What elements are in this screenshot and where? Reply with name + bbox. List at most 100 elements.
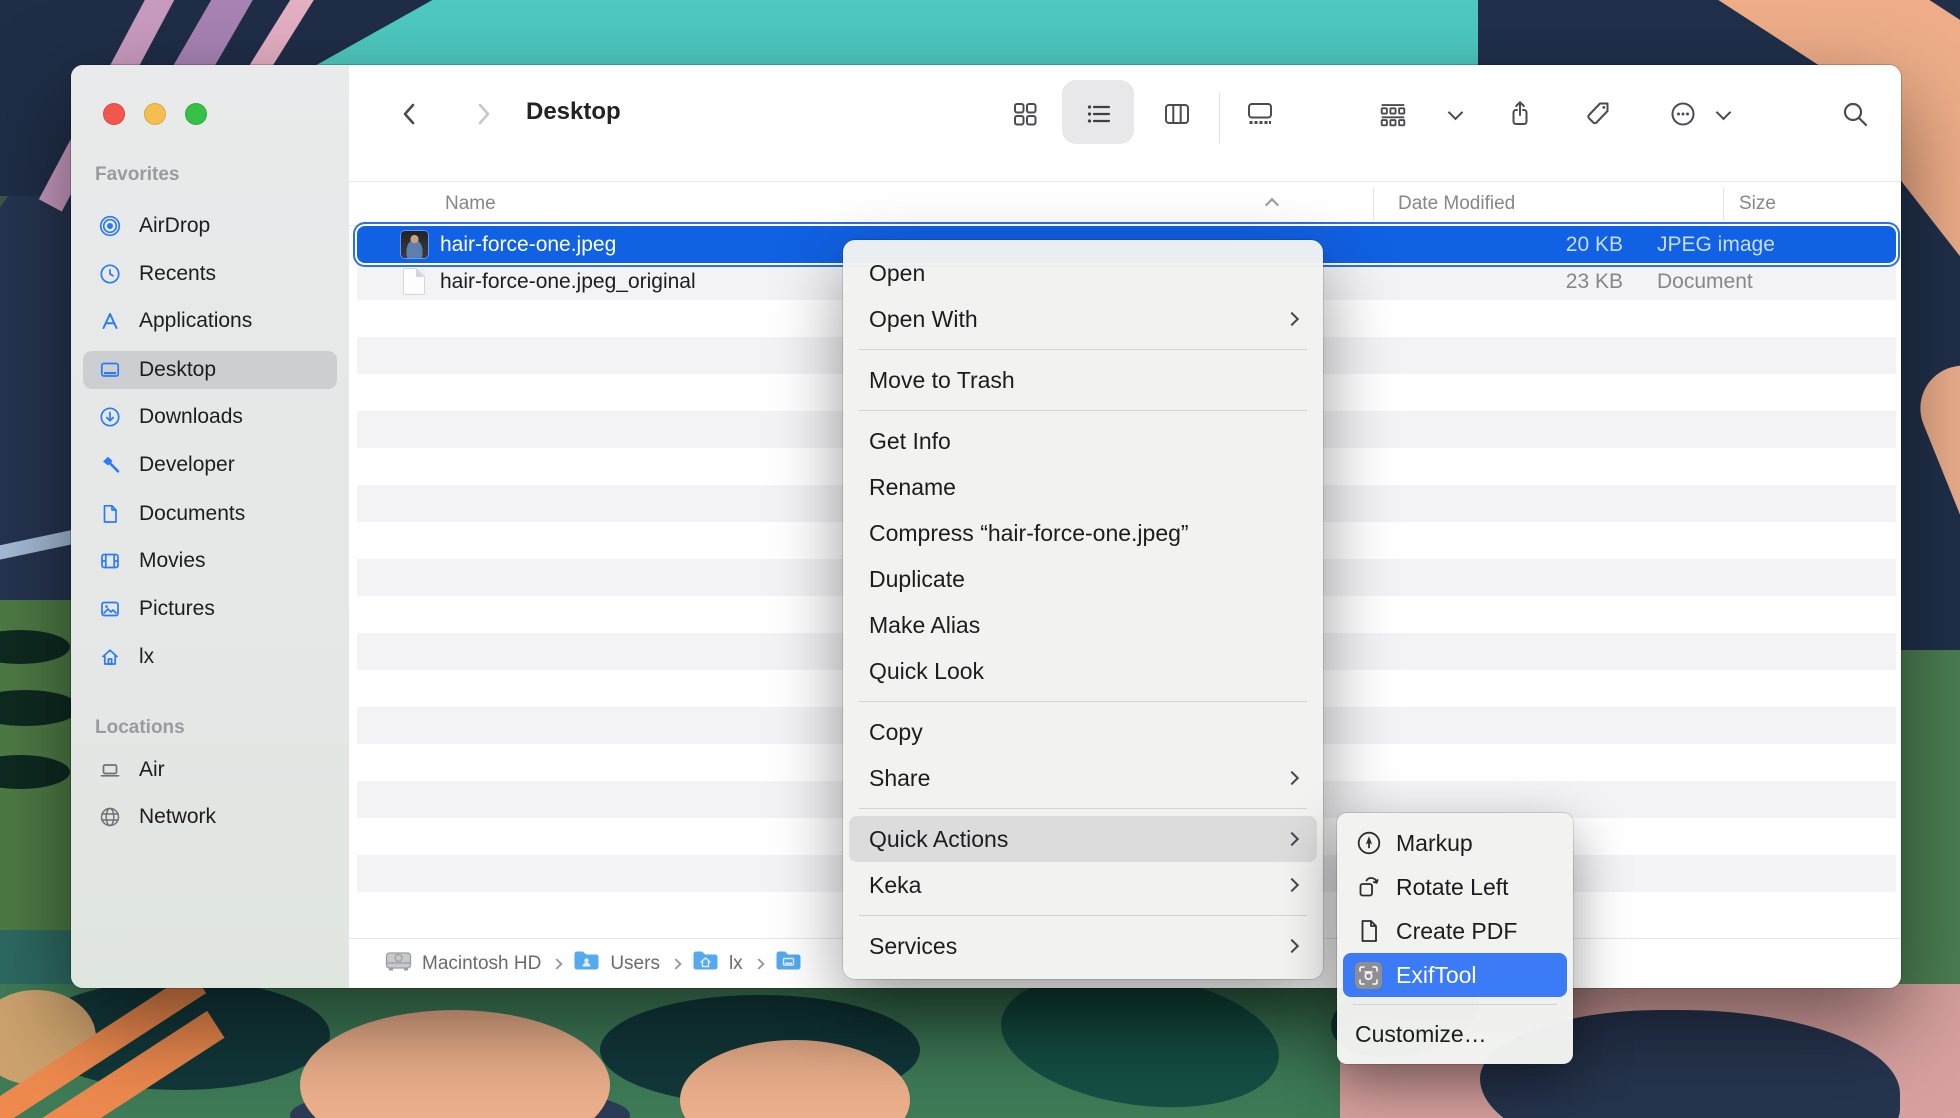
forward-button[interactable] bbox=[468, 99, 498, 134]
path-item-lx[interactable]: lx bbox=[729, 953, 743, 975]
film-icon bbox=[99, 550, 121, 572]
menu-item-open[interactable]: Open bbox=[849, 250, 1317, 296]
column-header-size[interactable]: Size bbox=[1739, 193, 1776, 215]
photo-icon bbox=[99, 598, 121, 620]
menu-item-compress[interactable]: Compress “hair-force-one.jpeg” bbox=[849, 510, 1317, 556]
home-folder-icon bbox=[692, 950, 719, 978]
sidebar-item-label: Documents bbox=[139, 502, 245, 526]
sidebar-item-label: Applications bbox=[139, 309, 252, 333]
menu-item-quick-look[interactable]: Quick Look bbox=[849, 648, 1317, 694]
back-button[interactable] bbox=[395, 99, 425, 134]
menu-item-copy[interactable]: Copy bbox=[849, 709, 1317, 755]
menu-separator bbox=[859, 701, 1307, 702]
column-view-button[interactable] bbox=[1161, 98, 1193, 130]
icon-view-button[interactable] bbox=[1009, 98, 1041, 130]
gallery-view-button[interactable] bbox=[1244, 98, 1276, 130]
column-divider[interactable] bbox=[1723, 188, 1724, 220]
sidebar-item-airdrop[interactable]: AirDrop bbox=[83, 207, 337, 245]
sidebar: Favorites AirDrop Recents bbox=[71, 65, 349, 988]
sidebar-item-movies[interactable]: Movies bbox=[83, 542, 337, 580]
more-options-icon[interactable] bbox=[1667, 98, 1699, 130]
sort-ascending-icon bbox=[1265, 198, 1279, 212]
file-kind: Document bbox=[1657, 270, 1753, 294]
submenu-item-create-pdf[interactable]: Create PDF bbox=[1343, 909, 1567, 953]
sidebar-item-pictures[interactable]: Pictures bbox=[83, 590, 337, 628]
menu-item-keka[interactable]: Keka bbox=[849, 862, 1317, 908]
chevron-right-icon bbox=[1285, 939, 1299, 953]
document-file-icon bbox=[403, 268, 425, 295]
column-header-name[interactable]: Name bbox=[445, 193, 496, 215]
group-by-button[interactable] bbox=[1377, 98, 1409, 130]
globe-icon bbox=[99, 806, 121, 828]
menu-item-rename[interactable]: Rename bbox=[849, 464, 1317, 510]
submenu-item-label: Markup bbox=[1396, 830, 1473, 857]
sidebar-item-recents[interactable]: Recents bbox=[83, 255, 337, 293]
close-window-button[interactable] bbox=[103, 103, 125, 125]
menu-item-make-alias[interactable]: Make Alias bbox=[849, 602, 1317, 648]
submenu-item-label: Create PDF bbox=[1396, 918, 1517, 945]
submenu-separator bbox=[1353, 1004, 1557, 1005]
jpeg-thumbnail bbox=[401, 231, 428, 258]
submenu-item-label: Rotate Left bbox=[1396, 874, 1509, 901]
menu-item-move-to-trash[interactable]: Move to Trash bbox=[849, 357, 1317, 403]
menu-item-share[interactable]: Share bbox=[849, 755, 1317, 801]
desktop-folder-icon bbox=[775, 950, 802, 978]
sidebar-item-label: Pictures bbox=[139, 597, 215, 621]
sidebar-section-favorites: Favorites bbox=[95, 164, 179, 186]
column-divider[interactable] bbox=[1373, 188, 1374, 220]
menu-item-label: Get Info bbox=[869, 428, 951, 455]
home-icon bbox=[99, 646, 121, 668]
desktop-icon bbox=[99, 359, 121, 381]
share-icon[interactable] bbox=[1504, 98, 1536, 130]
sidebar-item-desktop[interactable]: Desktop bbox=[83, 351, 337, 389]
file-name: hair-force-one.jpeg_original bbox=[440, 270, 696, 294]
menu-item-label: Rename bbox=[869, 474, 956, 501]
menu-separator bbox=[859, 349, 1307, 350]
sidebar-item-developer[interactable]: Developer bbox=[83, 446, 337, 484]
menu-item-label: Share bbox=[869, 765, 930, 792]
sidebar-item-label: lx bbox=[139, 645, 154, 669]
path-item-macintosh-hd[interactable]: Macintosh HD bbox=[422, 953, 541, 975]
sidebar-item-documents[interactable]: Documents bbox=[83, 495, 337, 533]
menu-item-label: Keka bbox=[869, 872, 921, 899]
menu-item-get-info[interactable]: Get Info bbox=[849, 418, 1317, 464]
window-title: Desktop bbox=[526, 98, 621, 126]
menu-item-services[interactable]: Services bbox=[849, 923, 1317, 969]
sidebar-item-air[interactable]: Air bbox=[83, 751, 337, 789]
users-folder-icon bbox=[573, 950, 600, 978]
submenu-item-exiftool[interactable]: ExifTool bbox=[1343, 953, 1567, 997]
path-item-users[interactable]: Users bbox=[610, 953, 660, 975]
minimize-window-button[interactable] bbox=[144, 103, 166, 125]
submenu-item-rotate-left[interactable]: Rotate Left bbox=[1343, 865, 1567, 909]
list-view-button[interactable] bbox=[1082, 98, 1114, 130]
submenu-item-markup[interactable]: Markup bbox=[1343, 821, 1567, 865]
chevron-right-icon bbox=[1285, 771, 1299, 785]
chevron-right-icon bbox=[753, 958, 764, 969]
file-size: 20 KB bbox=[1437, 233, 1623, 257]
sidebar-item-applications[interactable]: Applications bbox=[83, 302, 337, 340]
chevron-right-icon bbox=[1285, 832, 1299, 846]
sidebar-item-label: Recents bbox=[139, 262, 216, 286]
create-pdf-icon bbox=[1355, 918, 1382, 945]
menu-separator bbox=[859, 808, 1307, 809]
chevron-down-icon[interactable] bbox=[1439, 98, 1471, 130]
menu-separator bbox=[859, 915, 1307, 916]
rotate-left-icon bbox=[1355, 874, 1382, 901]
menu-item-duplicate[interactable]: Duplicate bbox=[849, 556, 1317, 602]
search-icon[interactable] bbox=[1839, 98, 1871, 130]
sidebar-item-network[interactable]: Network bbox=[83, 798, 337, 836]
menu-item-label: Copy bbox=[869, 719, 923, 746]
chevron-down-icon[interactable] bbox=[1707, 98, 1739, 130]
menu-item-label: Quick Look bbox=[869, 658, 984, 685]
submenu-item-customize[interactable]: Customize… bbox=[1343, 1012, 1567, 1056]
menu-item-label: Quick Actions bbox=[869, 826, 1008, 853]
column-header-date-modified[interactable]: Date Modified bbox=[1398, 193, 1515, 215]
zoom-window-button[interactable] bbox=[185, 103, 207, 125]
tag-icon[interactable] bbox=[1582, 98, 1614, 130]
menu-item-quick-actions[interactable]: Quick Actions bbox=[849, 816, 1317, 862]
sidebar-item-downloads[interactable]: Downloads bbox=[83, 398, 337, 436]
menu-item-open-with[interactable]: Open With bbox=[849, 296, 1317, 342]
menu-item-label: Duplicate bbox=[869, 566, 965, 593]
file-kind: JPEG image bbox=[1657, 233, 1775, 257]
sidebar-item-home[interactable]: lx bbox=[83, 638, 337, 676]
